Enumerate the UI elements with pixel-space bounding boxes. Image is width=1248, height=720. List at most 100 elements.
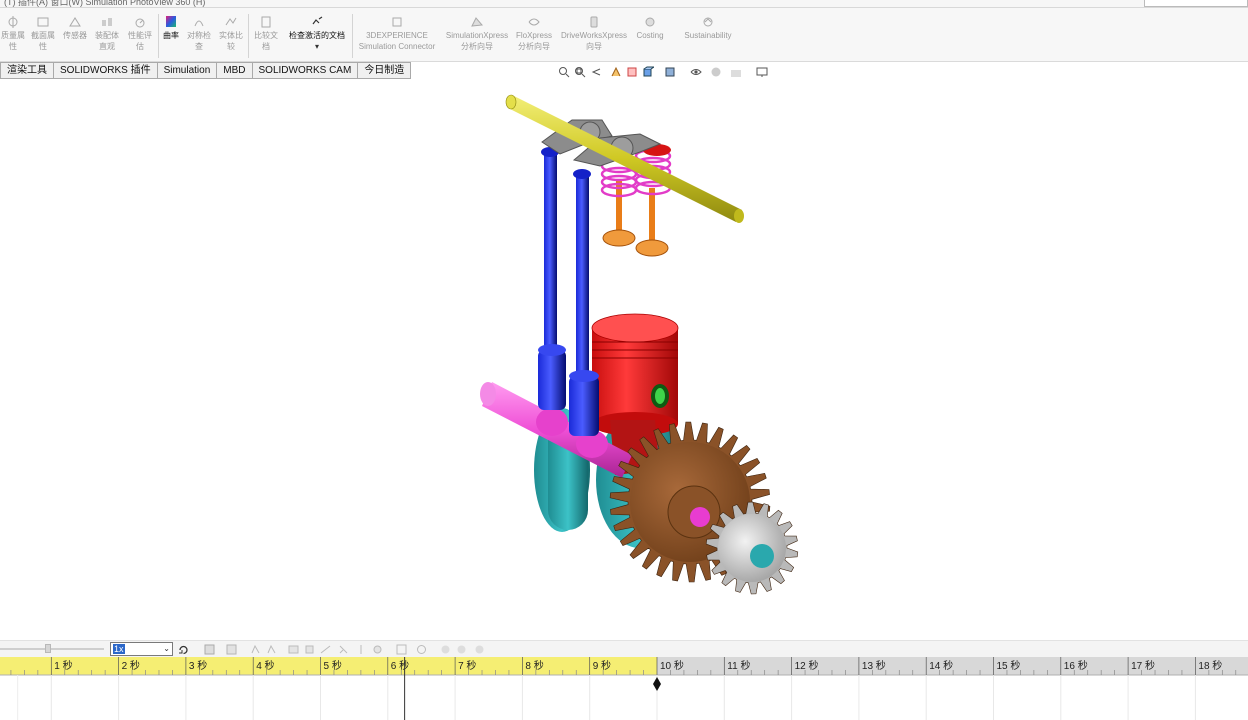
exhaust-valve[interactable]: [635, 188, 669, 257]
view-settings-icon[interactable]: [756, 66, 768, 78]
command-manager-tabs: 渲染工具 SOLIDWORKS 插件 Simulation MBD SOLIDW…: [0, 62, 412, 79]
timeline-label: 8 秒: [525, 659, 543, 672]
timeline-label: 7 秒: [458, 659, 476, 672]
playback-speed-select[interactable]: 1x ⌄: [110, 642, 173, 656]
ribbon-separator: [352, 14, 353, 58]
menu-bar: (T) 插件(A) 窗口(W) Simulation PhotoView 360…: [0, 0, 1248, 8]
add-key-icon[interactable]: [266, 644, 277, 655]
heads-up-view-toolbar: [556, 64, 782, 80]
rib-mass-properties[interactable]: 质量属性: [0, 12, 26, 60]
timeline-label: 18 秒: [1198, 659, 1222, 672]
timeline-label: 15 秒: [997, 659, 1021, 672]
symmetry-check-icon: [194, 20, 204, 27]
hide-show-items-icon[interactable]: [690, 66, 702, 78]
timeline-label: 11 秒: [727, 659, 750, 672]
timeline-label: 9 秒: [593, 659, 611, 672]
timeline-end-key[interactable]: [653, 677, 661, 691]
piston[interactable]: [591, 313, 679, 436]
edit-appearance-icon[interactable]: [710, 66, 722, 78]
timeline-label: 16 秒: [1064, 659, 1088, 672]
playback-speed-slider-thumb[interactable]: [45, 644, 51, 653]
tab-solidworks-addins[interactable]: SOLIDWORKS 插件: [54, 62, 158, 79]
section-properties-icon: [37, 17, 49, 27]
simulation-connector-icon: [392, 17, 402, 27]
push-rod-right[interactable]: [569, 169, 599, 436]
timeline-ruler[interactable]: 1 秒 2 秒 3 秒 4 秒 5 秒 6 秒 7 秒 8 秒 9 秒 10 秒 11 秒 12 秒 1…: [0, 657, 1248, 720]
timeline-label: 2 秒: [122, 659, 140, 672]
floxpress-icon: [528, 18, 540, 26]
animation-wizard-icon[interactable]: [226, 644, 237, 655]
tab-solidworks-cam[interactable]: SOLIDWORKS CAM: [252, 62, 359, 79]
sustainability-icon: [703, 17, 713, 27]
contact-icon[interactable]: [372, 644, 383, 655]
motor-icon[interactable]: [304, 644, 315, 655]
mates-icon[interactable]: [396, 644, 407, 655]
ribbon-separator: [158, 14, 159, 58]
motion-analysis-icon[interactable]: [474, 644, 485, 655]
save-animation-icon[interactable]: [204, 644, 215, 655]
results-plots-icon[interactable]: [440, 644, 451, 655]
rocker-shaft[interactable]: [505, 94, 744, 223]
rib-sensor[interactable]: 传感器: [60, 12, 90, 60]
mass-properties-icon: [8, 16, 18, 28]
cam-timing-gear[interactable]: [705, 501, 799, 595]
view-orientation-icon[interactable]: [642, 66, 654, 78]
rib-sustainability[interactable]: Sustainability: [680, 12, 736, 60]
rib-performance-evaluation[interactable]: 性能评估: [124, 12, 156, 60]
rib-driveworksxpress[interactable]: DriveWorksXpress 向导: [556, 12, 632, 60]
rib-simulationxpress[interactable]: SimulationXpress 分析向导: [442, 12, 512, 60]
study-properties-icon[interactable]: [456, 644, 467, 655]
display-style-icon[interactable]: [664, 66, 676, 78]
dynamic-annotation-icon[interactable]: [626, 66, 638, 78]
apply-scene-icon[interactable]: [730, 66, 742, 78]
ribbon-separator: [248, 14, 249, 58]
push-rod-left[interactable]: [538, 147, 566, 410]
rib-compare-documents[interactable]: 比较文档: [251, 12, 281, 60]
gravity-icon[interactable]: [416, 644, 427, 655]
graphics-area[interactable]: [0, 80, 1248, 640]
rib-section-properties[interactable]: 截面属性: [28, 12, 58, 60]
tab-render-tools[interactable]: 渲染工具: [0, 62, 54, 79]
autokey-icon[interactable]: [250, 644, 261, 655]
rib-assembly-visualization[interactable]: 装配体 直观: [92, 12, 122, 60]
section-view-icon[interactable]: [610, 66, 622, 78]
tab-mbd[interactable]: MBD: [217, 62, 253, 79]
rib-check-active-document[interactable]: 检查激活的文档 ▾: [283, 12, 351, 60]
playback-mode-icon[interactable]: [178, 644, 189, 655]
intake-valve[interactable]: [602, 180, 636, 247]
check-document-icon: [312, 16, 323, 25]
tab-simulation[interactable]: Simulation: [157, 62, 218, 79]
force-icon[interactable]: [356, 644, 367, 655]
calculate-icon[interactable]: [288, 644, 299, 655]
timeline-label: 10 秒: [660, 659, 684, 672]
playback-speed-slider[interactable]: [0, 648, 104, 650]
motion-study-toolbar: 1x ⌄: [0, 640, 1248, 657]
performance-evaluation-icon: [135, 18, 145, 28]
rib-compare[interactable]: 实体比较: [216, 12, 246, 60]
timeline-label: 5 秒: [324, 659, 342, 672]
compare-icon: [225, 17, 237, 26]
timeline-label: 6 秒: [391, 659, 409, 672]
rib-floxpress[interactable]: FloXpress 分析向导: [514, 12, 554, 60]
previous-view-icon[interactable]: [590, 66, 602, 78]
tab-today-manufacturing[interactable]: 今日制造: [358, 62, 412, 79]
command-manager-ribbon: 质量属性 截面属性 传感器 装配体 直观 性能评估 曲率 对称检查 实体比较 比较…: [0, 8, 1248, 62]
rib-symmetry-check[interactable]: 对称检查: [184, 12, 214, 60]
valve-train-assembly-model[interactable]: [0, 80, 1248, 640]
rib-3dexperience[interactable]: 3DEXPERIENCE Simulation Connector: [354, 12, 440, 60]
chevron-down-icon: ⌄: [163, 644, 170, 653]
motion-study-timeline[interactable]: 1 秒 2 秒 3 秒 4 秒 5 秒 6 秒 7 秒 8 秒 9 秒 10 秒 11 秒 12 秒 1…: [0, 657, 1248, 720]
timeline-label: 14 秒: [929, 659, 953, 672]
timeline-label: 17 秒: [1131, 659, 1155, 672]
zoom-to-area-icon[interactable]: [574, 66, 586, 78]
costing-icon: [645, 17, 655, 27]
timeline-label: 12 秒: [795, 659, 819, 672]
compare-documents-icon: [261, 16, 271, 28]
rib-curvature[interactable]: 曲率: [160, 12, 182, 60]
search-input[interactable]: [1144, 0, 1248, 7]
damper-icon[interactable]: [338, 644, 349, 655]
simulationxpress-icon: [471, 17, 484, 27]
rib-costing[interactable]: Costing: [630, 12, 670, 60]
spring-icon[interactable]: [320, 644, 331, 655]
zoom-to-fit-icon[interactable]: [558, 66, 570, 78]
